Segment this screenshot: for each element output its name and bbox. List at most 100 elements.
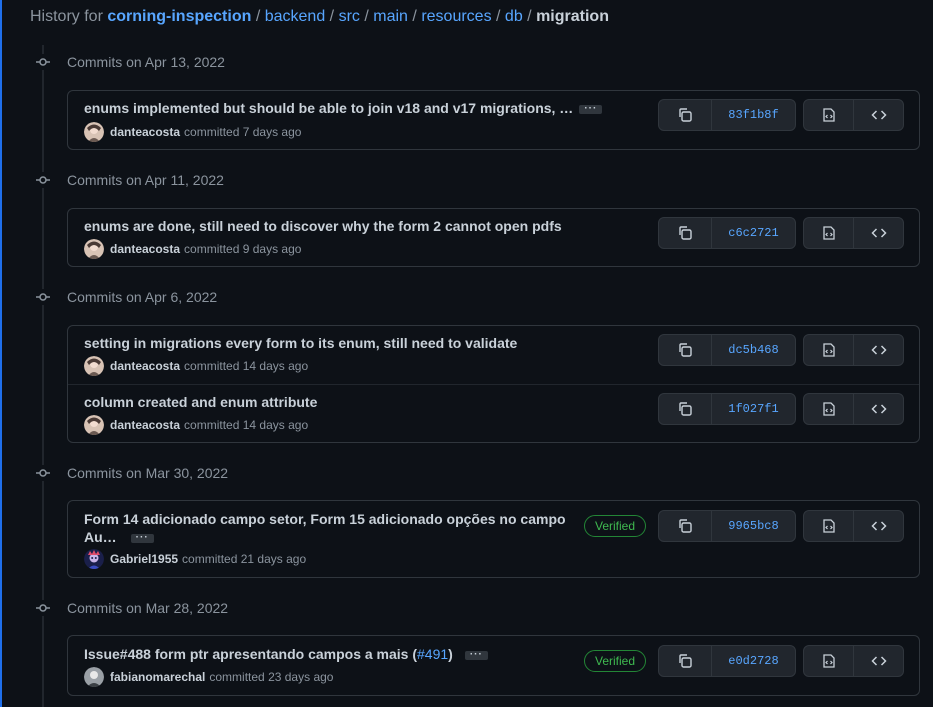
expand-message-button[interactable]: ··· xyxy=(464,649,488,660)
commit-actions-group xyxy=(803,217,904,249)
verified-badge[interactable]: Verified xyxy=(584,515,647,537)
code-icon xyxy=(870,521,887,531)
avatar[interactable] xyxy=(84,415,104,435)
commit-row: setting in migrations every form to its … xyxy=(68,326,919,384)
git-commit-icon xyxy=(30,172,56,188)
commit-group-date: Commits on Apr 13, 2022 xyxy=(67,54,225,70)
breadcrumb-link-resources[interactable]: resources xyxy=(421,8,491,25)
commit-row: enums are done, still need to discover w… xyxy=(68,209,919,266)
commit-message-suffix[interactable]: ) xyxy=(448,646,453,662)
view-files-button[interactable] xyxy=(804,335,853,365)
view-files-button[interactable] xyxy=(804,646,853,676)
browse-repo-button[interactable] xyxy=(853,646,903,676)
commit-actions-group xyxy=(803,99,904,131)
expand-message-button[interactable]: ··· xyxy=(579,103,603,114)
commit-group-header: Commits on Mar 28, 2022 xyxy=(30,596,228,620)
commit-group-box: Issue#488 form ptr apresentando campos a… xyxy=(67,635,920,696)
browse-repo-button[interactable] xyxy=(853,335,903,365)
git-commit-icon xyxy=(30,54,56,70)
commit-group-header: Commits on Apr 11, 2022 xyxy=(30,168,224,192)
view-files-button[interactable] xyxy=(804,218,853,248)
view-files-button[interactable] xyxy=(804,100,853,130)
file-code-icon xyxy=(822,519,835,533)
commit-time: 21 days ago xyxy=(240,552,307,566)
sha-button-group: dc5b468 xyxy=(658,334,796,366)
copy-icon xyxy=(679,226,692,240)
avatar[interactable] xyxy=(84,667,104,687)
commit-message-link[interactable]: Form 14 adicionado campo setor, Form 15 … xyxy=(84,511,566,527)
copy-icon xyxy=(679,108,692,122)
commit-author[interactable]: danteacosta xyxy=(110,359,180,373)
code-icon xyxy=(870,228,887,238)
copy-sha-button[interactable] xyxy=(659,646,712,676)
breadcrumb-link-backend[interactable]: backend xyxy=(265,8,326,25)
copy-sha-button[interactable] xyxy=(659,100,712,130)
breadcrumb-link-src[interactable]: src xyxy=(339,8,360,25)
copy-sha-button[interactable] xyxy=(659,218,712,248)
commit-sha-link[interactable]: 83f1b8f xyxy=(712,100,795,130)
browse-repo-button[interactable] xyxy=(853,511,903,541)
commit-message-link[interactable]: Issue#488 form ptr apresentando campos a… xyxy=(84,646,417,662)
sha-button-group: 83f1b8f xyxy=(658,99,796,131)
commit-actions-group xyxy=(803,645,904,677)
code-icon xyxy=(870,656,887,666)
commit-author[interactable]: Gabriel1955 xyxy=(110,552,178,566)
commit-sha-link[interactable]: 9965bc8 xyxy=(712,511,795,541)
commit-actions-group xyxy=(803,510,904,542)
commit-action: committed xyxy=(182,552,238,566)
copy-sha-button[interactable] xyxy=(659,394,712,424)
breadcrumb-link-main[interactable]: main xyxy=(373,8,408,25)
commit-author[interactable]: fabianomarechal xyxy=(110,670,205,684)
commit-sha-link[interactable]: 1f027f1 xyxy=(712,394,795,424)
copy-icon xyxy=(679,343,692,357)
commit-action: committed xyxy=(184,418,240,432)
browse-repo-button[interactable] xyxy=(853,100,903,130)
view-files-button[interactable] xyxy=(804,511,853,541)
copy-sha-button[interactable] xyxy=(659,335,712,365)
commit-sha-link[interactable]: e0d2728 xyxy=(712,646,795,676)
commit-message-link[interactable]: column created and enum attribute xyxy=(84,394,317,410)
verified-badge[interactable]: Verified xyxy=(584,650,647,672)
commit-message-link[interactable]: setting in migrations every form to its … xyxy=(84,335,517,351)
commit-group-date: Commits on Mar 28, 2022 xyxy=(67,600,229,616)
commit-time: 9 days ago xyxy=(242,242,302,256)
expand-message-button[interactable]: ··· xyxy=(130,532,154,543)
commit-time: 7 days ago xyxy=(242,125,302,139)
commit-row: enums implemented but should be able to … xyxy=(68,91,919,149)
copy-sha-button[interactable] xyxy=(659,511,712,541)
commit-message-link-continued[interactable]: Au… xyxy=(84,529,117,545)
left-accent-border xyxy=(0,0,2,707)
browse-repo-button[interactable] xyxy=(853,394,903,424)
file-code-icon xyxy=(822,226,835,240)
view-files-button[interactable] xyxy=(804,394,853,424)
code-icon xyxy=(870,110,887,120)
commit-message-link[interactable]: enums are done, still need to discover w… xyxy=(84,218,562,234)
browse-repo-button[interactable] xyxy=(853,218,903,248)
commit-author[interactable]: danteacosta xyxy=(110,125,180,139)
commit-sha-link[interactable]: dc5b468 xyxy=(712,335,795,365)
commit-group-date: Commits on Apr 11, 2022 xyxy=(67,172,224,188)
commit-group-header: Commits on Mar 30, 2022 xyxy=(30,461,228,485)
breadcrumb-link-db[interactable]: db xyxy=(505,8,523,25)
commit-row: Issue#488 form ptr apresentando campos a… xyxy=(68,636,919,695)
commit-group-date: Commits on Mar 30, 2022 xyxy=(67,465,229,481)
avatar[interactable] xyxy=(84,122,104,142)
commit-author[interactable]: danteacosta xyxy=(110,418,180,432)
commit-group-date: Commits on Apr 6, 2022 xyxy=(67,289,218,305)
commit-author[interactable]: danteacosta xyxy=(110,242,180,256)
avatar[interactable] xyxy=(84,549,104,569)
commit-group-box: setting in migrations every form to its … xyxy=(67,325,920,443)
avatar[interactable] xyxy=(84,356,104,376)
avatar[interactable] xyxy=(84,239,104,259)
commit-row: Form 14 adicionado campo setor, Form 15 … xyxy=(68,501,919,577)
commit-message-link[interactable]: enums implemented but should be able to … xyxy=(84,100,573,116)
issue-link[interactable]: #491 xyxy=(417,646,448,662)
sha-button-group: 1f027f1 xyxy=(658,393,796,425)
sha-button-group: e0d2728 xyxy=(658,645,796,677)
git-commit-icon xyxy=(30,465,56,481)
breadcrumb-repo-link[interactable]: corning-inspection xyxy=(107,8,251,25)
commit-time: 14 days ago xyxy=(242,359,309,373)
copy-icon xyxy=(679,519,692,533)
commit-sha-link[interactable]: c6c2721 xyxy=(712,218,795,248)
commit-actions-group xyxy=(803,393,904,425)
